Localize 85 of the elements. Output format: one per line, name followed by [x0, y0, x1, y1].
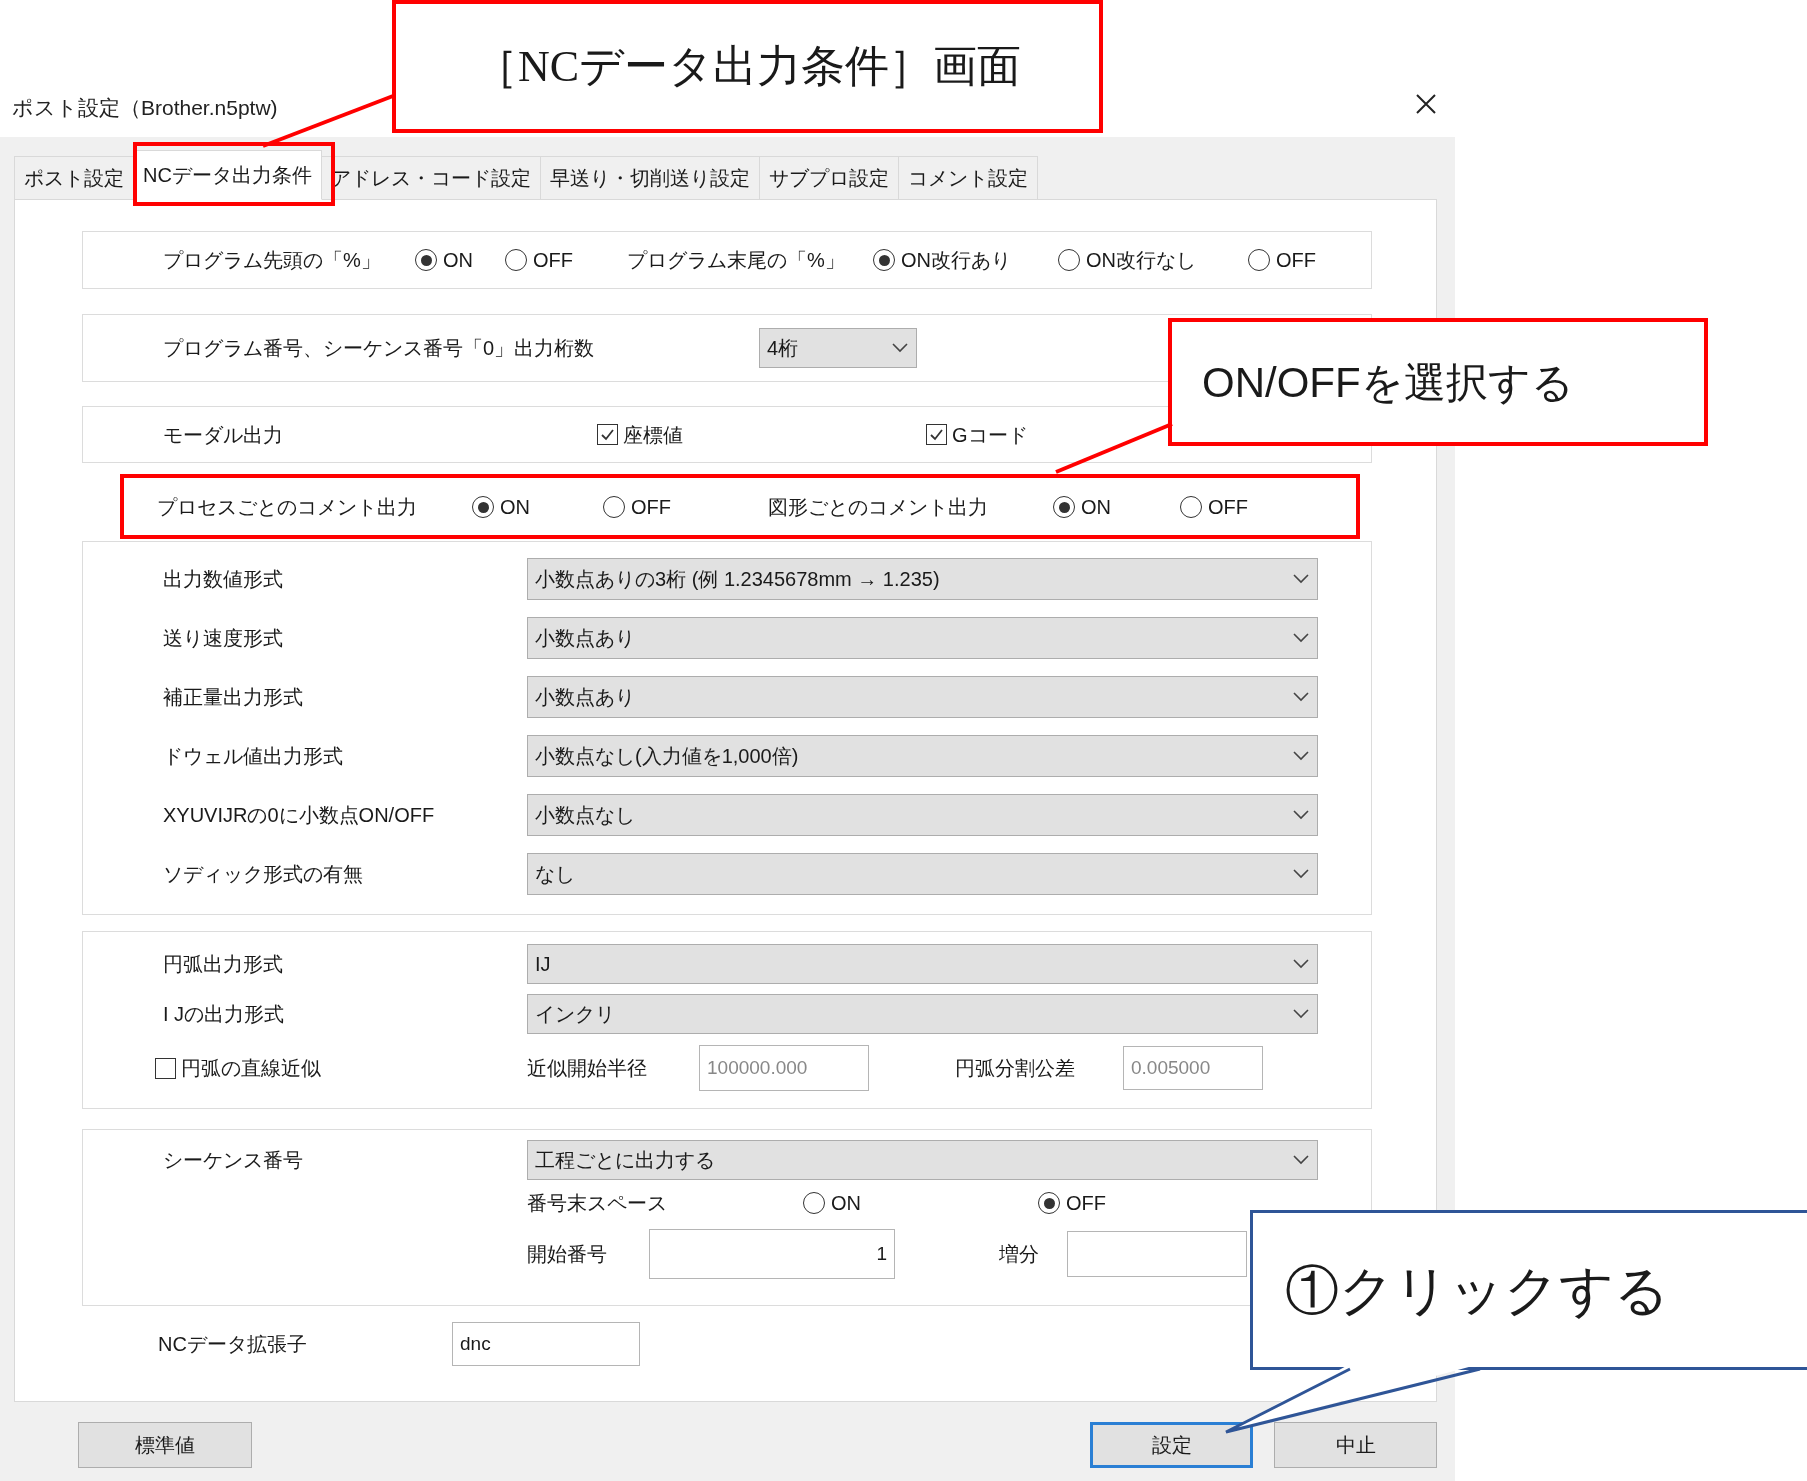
checkbox[interactable] — [155, 1057, 176, 1079]
radio-label: OFF — [533, 248, 573, 273]
radio-button[interactable] — [1248, 249, 1270, 271]
annotation-callout: ON/OFFを選択する — [1168, 318, 1708, 446]
field-label: プログラム番号、シーケンス番号「0」出力桁数 — [163, 336, 596, 361]
field-label: NCデータ拡張子 — [158, 1332, 308, 1357]
chevron-down-icon — [1292, 691, 1310, 703]
chevron-down-icon — [1292, 632, 1310, 644]
dropdown[interactable]: 小数点ありの3桁 (例 1.2345678mm → 1.235) — [527, 558, 1318, 600]
radio-button[interactable] — [873, 249, 895, 271]
radio-button[interactable] — [1180, 496, 1202, 518]
radio-button[interactable] — [415, 249, 437, 271]
field-label: 補正量出力形式 — [163, 685, 304, 710]
dropdown[interactable]: IJ — [527, 944, 1318, 984]
radio-label: OFF — [1066, 1191, 1106, 1216]
check-icon — [929, 427, 944, 442]
field-label: ドウェル値出力形式 — [163, 744, 344, 769]
radio-button[interactable] — [1038, 1192, 1060, 1214]
input-field[interactable]: 100000.000 — [699, 1045, 869, 1091]
radio-button[interactable] — [472, 496, 494, 518]
check-icon — [600, 427, 615, 442]
dropdown[interactable]: 4桁 — [759, 328, 917, 368]
radio-button[interactable] — [803, 1192, 825, 1214]
dropdown[interactable]: インクリ — [527, 994, 1318, 1034]
chevron-down-icon — [1292, 750, 1310, 762]
dropdown[interactable]: 工程ごとに出力する — [527, 1140, 1318, 1180]
window-title: ポスト設定（Brother.n5ptw) — [12, 94, 278, 121]
input-field[interactable]: dnc — [452, 1322, 640, 1366]
radio-label: ON — [500, 495, 530, 520]
input-field[interactable] — [1067, 1231, 1247, 1277]
dropdown[interactable]: なし — [527, 853, 1318, 895]
checkbox[interactable] — [926, 424, 947, 445]
radio-button[interactable] — [1053, 496, 1075, 518]
dropdown[interactable]: 小数点なし — [527, 794, 1318, 836]
field-label: プロセスごとのコメント出力 — [157, 495, 418, 520]
field-label: 円弧出力形式 — [163, 952, 284, 977]
field-label: XYUVIJRの0に小数点ON/OFF — [163, 803, 436, 828]
checkbox-label: 円弧の直線近似 — [181, 1056, 321, 1081]
checkbox-label: 座標値 — [623, 422, 683, 448]
chevron-down-icon — [1292, 958, 1310, 970]
radio-label: ON — [443, 248, 473, 273]
chevron-down-icon — [1292, 1154, 1310, 1166]
field-label: シーケンス番号 — [163, 1148, 304, 1173]
dropdown[interactable]: 小数点なし(入力値を1,000倍) — [527, 735, 1318, 777]
dropdown[interactable]: 小数点あり — [527, 676, 1318, 718]
field-label: プログラム先頭の「%」 — [163, 248, 382, 273]
chevron-down-icon — [1292, 809, 1310, 821]
push-button[interactable]: 標準値 — [78, 1422, 252, 1468]
radio-label: ON — [1081, 495, 1111, 520]
checkbox[interactable] — [597, 424, 618, 445]
radio-label: OFF — [1208, 495, 1248, 520]
radio-label: ON改行なし — [1086, 248, 1196, 273]
field-label: 番号末スペース — [527, 1191, 668, 1216]
push-button[interactable]: 設定 — [1090, 1422, 1253, 1468]
radio-label: OFF — [1276, 248, 1316, 273]
field-label: モーダル出力 — [163, 422, 284, 448]
chevron-down-icon — [1292, 573, 1310, 585]
field-label: 開始番号 — [527, 1242, 608, 1267]
push-button[interactable]: 中止 — [1274, 1422, 1437, 1468]
radio-button[interactable] — [505, 249, 527, 271]
close-icon — [1415, 93, 1437, 115]
field-label: ソディック形式の有無 — [163, 862, 364, 887]
radio-label: ON — [831, 1191, 861, 1216]
chevron-down-icon — [891, 342, 909, 354]
field-label: 図形ごとのコメント出力 — [768, 495, 989, 520]
tab[interactable]: コメント設定 — [897, 156, 1038, 200]
annotation-callout: ［NCデータ出力条件］画面 — [392, 0, 1103, 133]
tab[interactable]: ポスト設定 — [14, 156, 134, 200]
chevron-down-icon — [1292, 868, 1310, 880]
chevron-down-icon — [1292, 1008, 1310, 1020]
checkbox-label: Gコード — [952, 422, 1028, 448]
input-field[interactable]: 0.005000 — [1123, 1046, 1263, 1090]
field-label: I Jの出力形式 — [163, 1002, 286, 1027]
radio-label: OFF — [631, 495, 671, 520]
field-label: 円弧分割公差 — [955, 1056, 1076, 1081]
radio-label: ON改行あり — [901, 248, 1011, 273]
input-field[interactable]: 1 — [649, 1229, 895, 1279]
field-label: 送り速度形式 — [163, 626, 284, 651]
radio-button[interactable] — [603, 496, 625, 518]
radio-button[interactable] — [1058, 249, 1080, 271]
field-label: 出力数値形式 — [163, 567, 284, 592]
field-label: プログラム末尾の「%」 — [627, 248, 846, 273]
dropdown[interactable]: 小数点あり — [527, 617, 1318, 659]
field-label: 近似開始半径 — [527, 1056, 648, 1081]
field-label: 増分 — [999, 1242, 1040, 1267]
